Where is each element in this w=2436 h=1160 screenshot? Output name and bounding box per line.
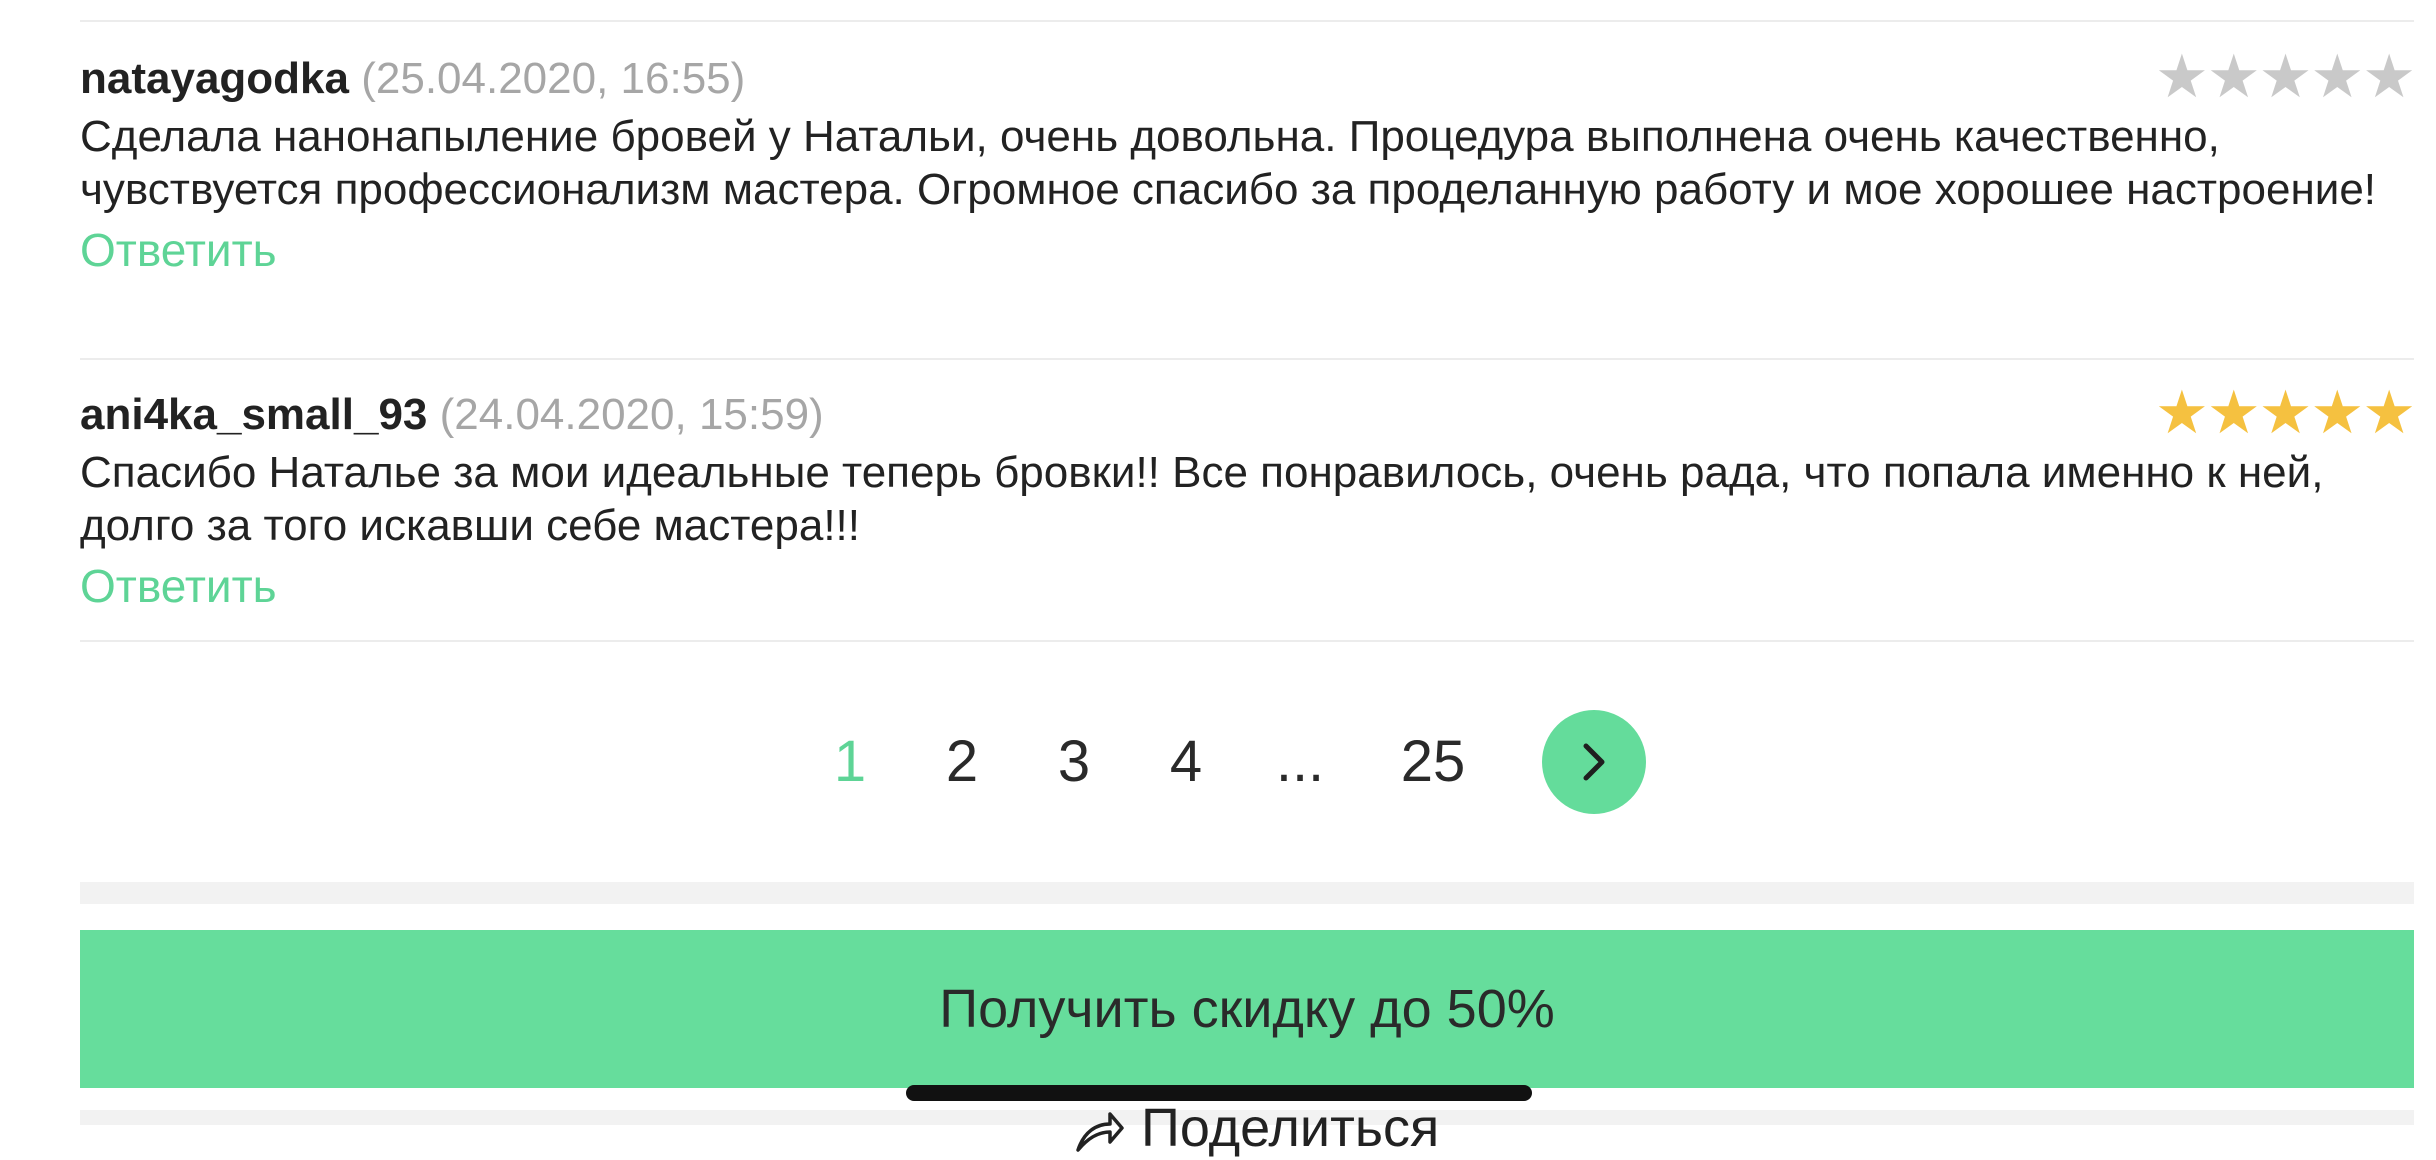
section-separator [80,882,2414,904]
page-25[interactable]: 25 [1388,710,1478,814]
review-header: natayagodka (25.04.2020, 16:55) ★★★★★ [80,43,2416,114]
star-filled-icon: ★ [2258,379,2313,446]
page-4[interactable]: 4 [1156,710,1216,814]
star-empty-icon: ★ [2362,43,2416,110]
divider [80,358,2414,360]
review-author: ani4ka_small_93 [80,390,428,439]
review-text: Спасибо Наталье за мои идеальные теперь … [80,448,2324,550]
star-empty-icon: ★ [2310,43,2364,110]
star-filled-icon: ★ [2310,379,2364,446]
review-author: natayagodka [80,54,349,103]
rating-stars: ★★★★★ [2155,379,2416,446]
review-date: (25.04.2020, 16:55) [361,54,746,103]
review-header: ani4ka_small_93 (24.04.2020, 15:59) ★★★★… [80,379,2416,450]
review-date: (24.04.2020, 15:59) [439,390,824,439]
star-filled-icon: ★ [2362,379,2416,446]
page-1[interactable]: 1 [820,710,880,814]
share-button[interactable]: Поделиться [1070,1098,1439,1158]
star-empty-icon: ★ [2155,43,2209,110]
review-item: ani4ka_small_93 (24.04.2020, 15:59) ★★★★… [80,379,2416,616]
star-filled-icon: ★ [2206,379,2261,446]
page-ellipsis: ... [1275,729,1325,794]
share-icon [1076,1111,1124,1152]
divider [80,20,2414,22]
review-text: Сделала нанонапыление бровей у Натальи, … [80,112,2377,214]
star-empty-icon: ★ [2206,43,2261,110]
share-label: Поделиться [1141,1098,1440,1158]
chevron-right-icon [1583,743,1605,781]
reply-link[interactable]: Ответить [80,556,2414,616]
review-item: natayagodka (25.04.2020, 16:55) ★★★★★ Сд… [80,43,2416,280]
star-filled-icon: ★ [2155,379,2209,446]
page-2[interactable]: 2 [932,710,992,814]
star-empty-icon: ★ [2258,43,2313,110]
page-3[interactable]: 3 [1044,710,1104,814]
reply-link[interactable]: Ответить [80,220,2414,280]
divider [80,640,2414,642]
home-indicator[interactable] [906,1085,1532,1101]
discount-button[interactable]: Получить скидку до 50% [80,930,2414,1088]
next-page-button[interactable] [1542,710,1646,814]
rating-stars: ★★★★★ [2155,43,2416,110]
